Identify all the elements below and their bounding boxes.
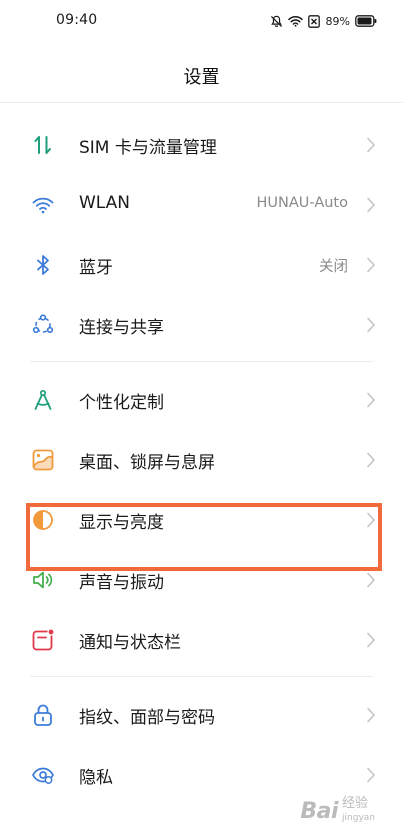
sim-data-icon [31, 133, 55, 157]
chevron-right-icon [366, 707, 376, 723]
settings-item-label: WLAN [79, 193, 131, 213]
settings-item-label: 声音与振动 [79, 573, 164, 593]
settings-item-wlan[interactable]: WLAN HUNAU-Auto [0, 174, 403, 234]
watermark: Bai 经验 jingyan [300, 797, 375, 825]
share-connections-icon [31, 313, 55, 337]
chevron-right-icon [366, 452, 376, 468]
bluetooth-icon [31, 253, 55, 277]
settings-item-notifications[interactable]: 通知与状态栏 [0, 609, 403, 669]
settings-item-value: 关闭 [319, 259, 348, 275]
wifi-icon [31, 193, 55, 217]
settings-item-label: 指纹、面部与密码 [79, 708, 215, 728]
watermark-sub-top: 经验 [342, 796, 369, 811]
brightness-icon [31, 508, 55, 532]
settings-item-display-brightness[interactable]: 显示与亮度 [0, 489, 403, 549]
notification-icon [31, 628, 55, 652]
lock-icon [31, 703, 55, 727]
chevron-right-icon [366, 317, 376, 333]
settings-item-sound-vibration[interactable]: 声音与振动 [0, 549, 403, 609]
battery-icon [355, 15, 377, 27]
settings-item-label: 连接与共享 [79, 318, 164, 338]
page-header: 设置 [0, 42, 403, 103]
chevron-right-icon [366, 257, 376, 273]
watermark-main: Bai [300, 798, 339, 824]
chevron-right-icon [366, 197, 376, 213]
settings-item-desktop-lockscreen[interactable]: 桌面、锁屏与息屏 [0, 429, 403, 489]
chevron-right-icon [366, 572, 376, 588]
settings-item-label: 显示与亮度 [79, 513, 164, 533]
section-divider [30, 676, 373, 677]
chevron-right-icon [366, 512, 376, 528]
battery-percent: 89% [325, 14, 350, 28]
settings-item-label: 个性化定制 [79, 393, 164, 413]
watermark-sub: 经验 jingyan [342, 797, 375, 825]
status-icons: 89% [270, 12, 377, 30]
settings-item-security[interactable]: 指纹、面部与密码 [0, 684, 403, 744]
settings-item-privacy[interactable]: 隐私 [0, 744, 403, 804]
settings-item-label: 隐私 [79, 768, 113, 788]
compass-icon [31, 388, 55, 412]
chevron-right-icon [366, 632, 376, 648]
settings-item-label: 桌面、锁屏与息屏 [79, 453, 215, 473]
page-title: 设置 [183, 67, 220, 88]
chevron-right-icon [366, 392, 376, 408]
speaker-icon [31, 568, 55, 592]
settings-item-label: 蓝牙 [79, 258, 113, 278]
wifi-icon [287, 15, 303, 27]
settings-item-bluetooth[interactable]: 蓝牙 关闭 [0, 234, 403, 294]
settings-item-label: SIM 卡与流量管理 [79, 138, 217, 158]
settings-item-value: HUNAU-Auto [256, 195, 348, 211]
wallpaper-icon [31, 448, 55, 472]
settings-item-personalization[interactable]: 个性化定制 [0, 369, 403, 429]
mute-bell-icon [270, 15, 283, 28]
status-time: 09:40 [56, 12, 98, 28]
settings-item-sim-data[interactable]: SIM 卡与流量管理 [0, 114, 403, 174]
chevron-right-icon [366, 137, 376, 153]
watermark-sub-bottom: jingyan [342, 813, 375, 823]
settings-item-label: 通知与状态栏 [79, 633, 181, 653]
settings-item-connections[interactable]: 连接与共享 [0, 294, 403, 354]
chevron-right-icon [366, 767, 376, 783]
settings-list: SIM 卡与流量管理 WLAN HUNAU-Auto 蓝牙 关闭 连接与共享 个… [0, 114, 403, 804]
status-bar: 09:40 89% [0, 0, 403, 42]
privacy-eye-icon [31, 763, 55, 787]
section-divider [30, 361, 373, 362]
sim-off-icon [307, 14, 320, 28]
